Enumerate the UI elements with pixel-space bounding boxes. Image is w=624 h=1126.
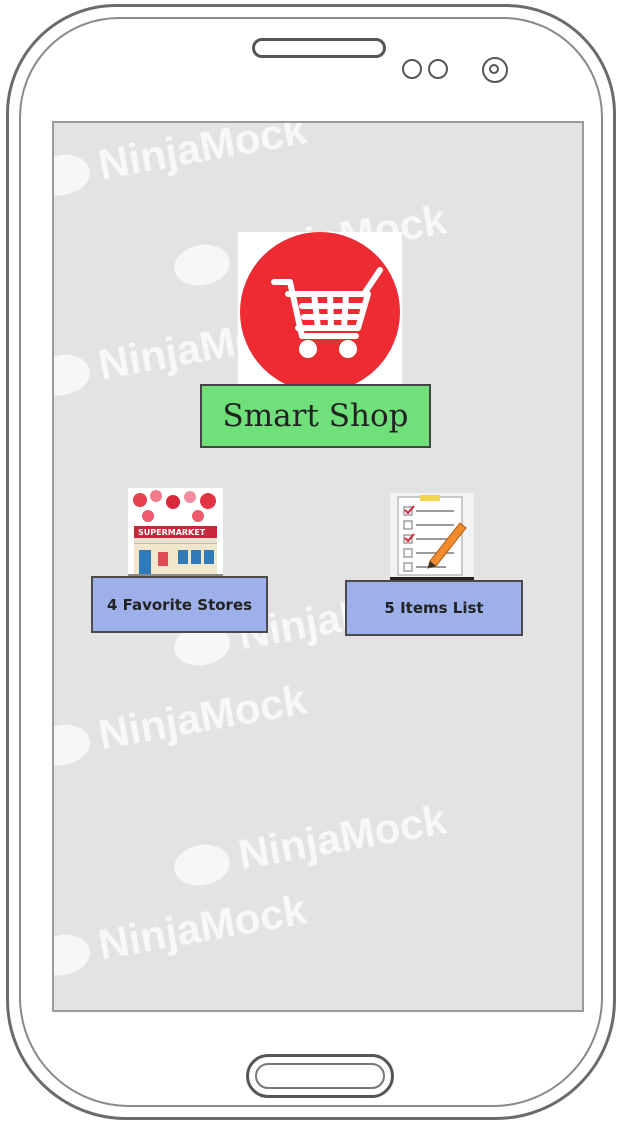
- items-list-button[interactable]: 5 Items List: [345, 580, 523, 636]
- watermark: NinjaMock: [54, 885, 310, 980]
- proximity-sensor: [402, 59, 422, 79]
- earpiece-speaker: [252, 38, 386, 58]
- watermark: NinjaMock: [170, 795, 450, 890]
- light-sensor: [428, 59, 448, 79]
- favorite-stores-button[interactable]: 4 Favorite Stores: [91, 576, 268, 633]
- watermark: NinjaMock: [54, 123, 310, 201]
- watermark: NinjaMock: [54, 675, 310, 770]
- front-camera-icon: [482, 57, 508, 83]
- shopping-cart-icon: [271, 267, 383, 358]
- app-screen: NinjaMock NinjaMock NinjaMock NinjaMock …: [52, 121, 584, 1012]
- app-title: Smart Shop: [200, 384, 431, 448]
- home-button[interactable]: [246, 1054, 394, 1098]
- checklist-with-pencil-icon[interactable]: [390, 493, 474, 583]
- app-logo: [238, 232, 402, 392]
- supermarket-storefront-icon[interactable]: SUPERMARKET: [128, 488, 223, 580]
- store-sign-text: SUPERMARKET: [138, 528, 206, 537]
